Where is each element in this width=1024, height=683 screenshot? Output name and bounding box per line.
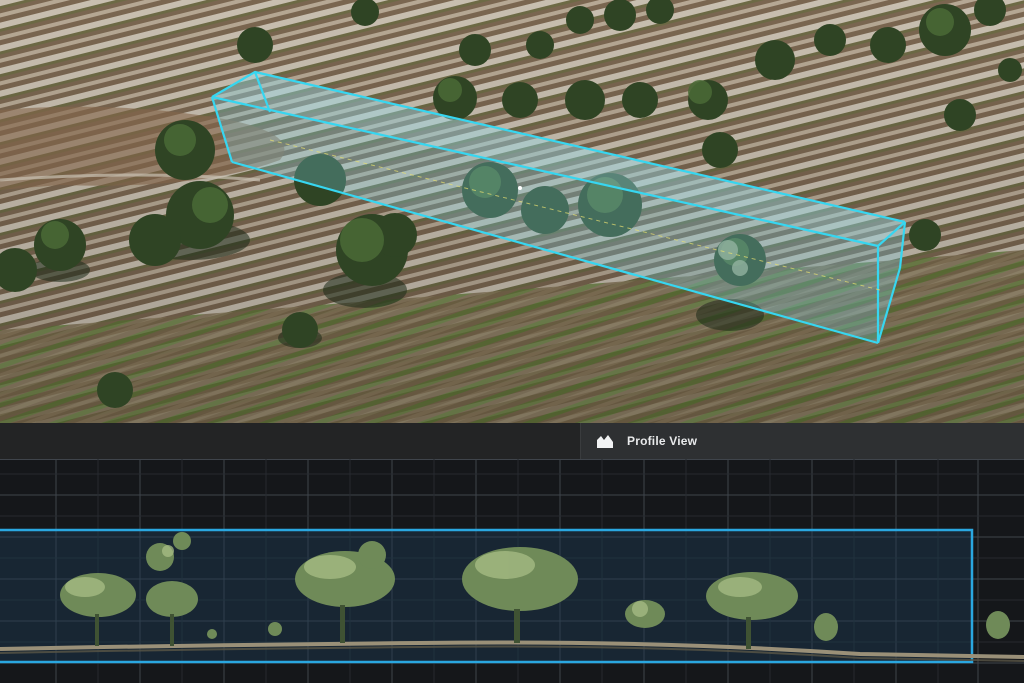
tab-profile-view[interactable]: Profile View	[580, 423, 1024, 459]
point-cloud-app: Profile View	[0, 0, 1024, 683]
profile-canvas[interactable]	[0, 459, 1024, 683]
3d-viewport[interactable]	[0, 0, 1024, 423]
terrain-profile-icon	[595, 431, 615, 451]
profile-view-panel[interactable]	[0, 459, 1024, 683]
point-cloud-scene[interactable]	[0, 0, 1024, 423]
tab-label: Profile View	[627, 434, 698, 448]
